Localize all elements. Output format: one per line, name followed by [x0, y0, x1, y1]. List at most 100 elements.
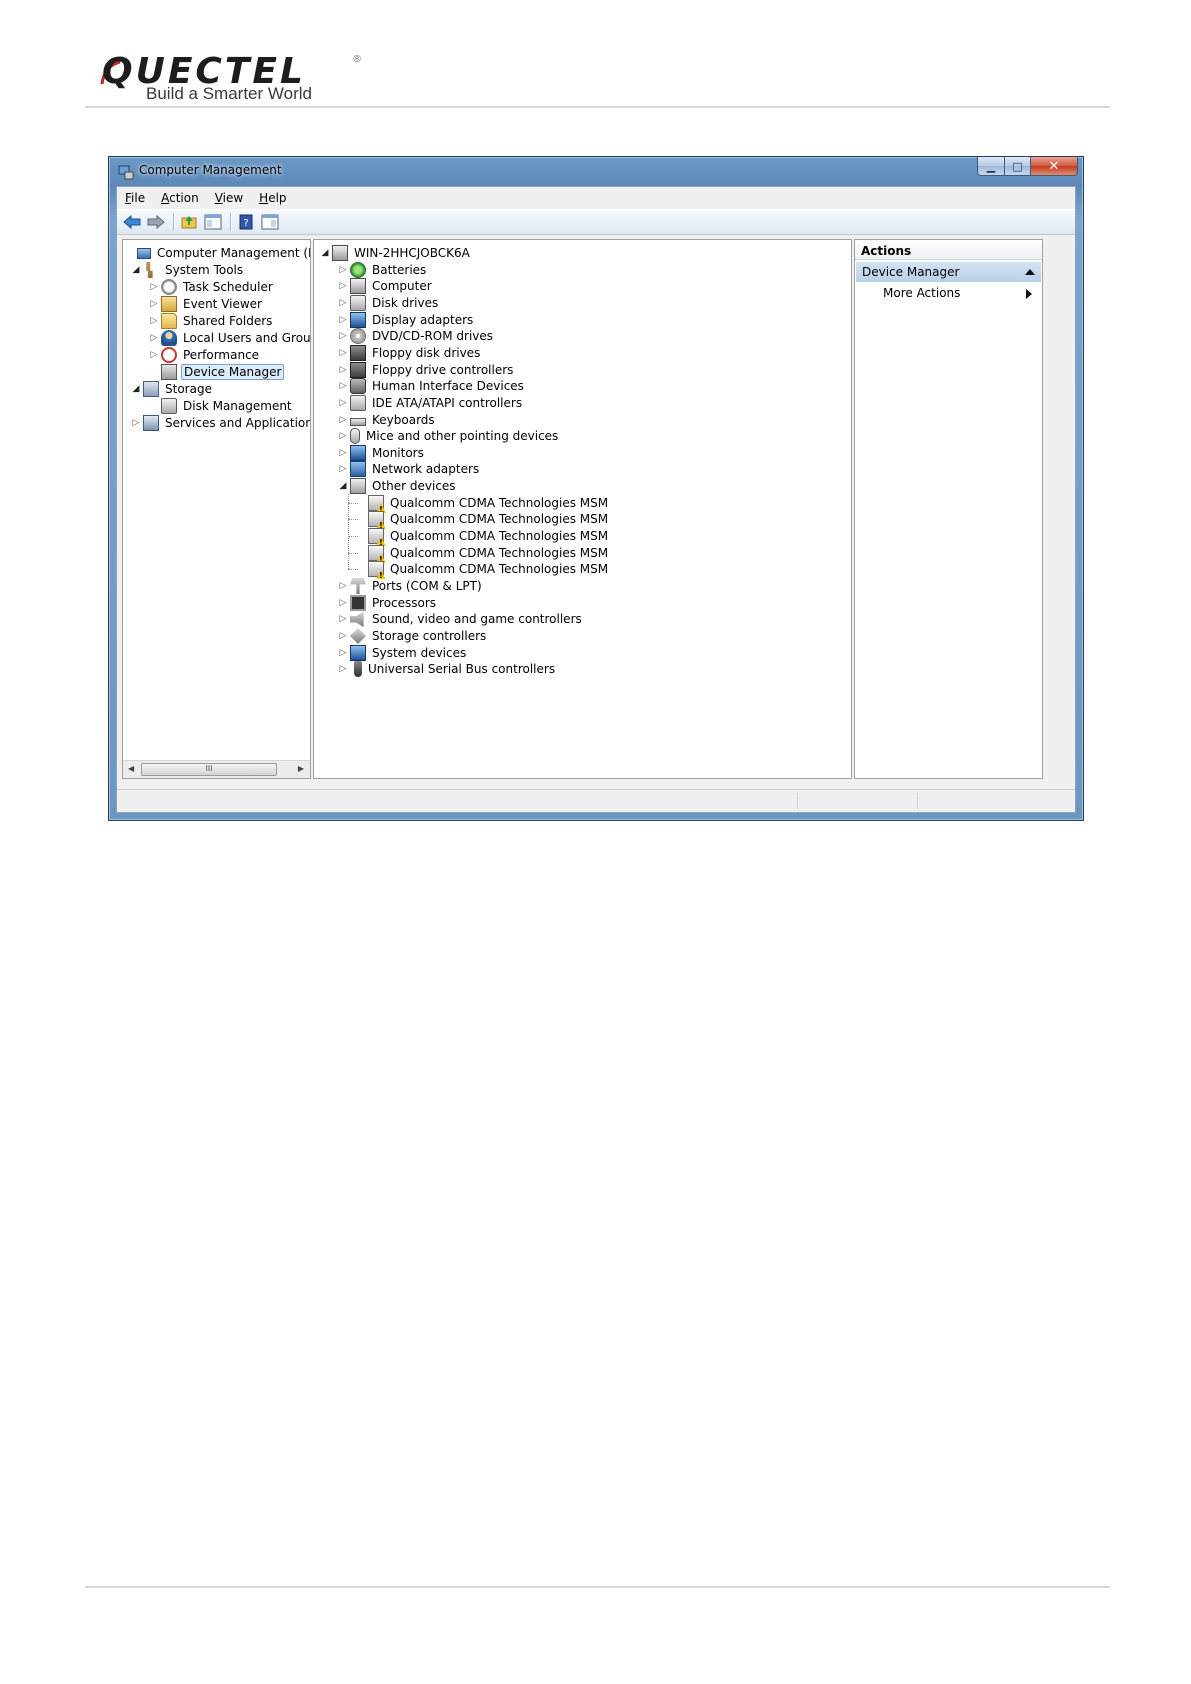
device-category-monitors[interactable]: ▷ Monitors [338, 444, 426, 462]
device-category-sound-video-and-game-controllers[interactable]: ▷ Sound, video and game controllers [338, 610, 584, 628]
status-bar [117, 789, 1075, 812]
expand-arrow-icon[interactable]: ▷ [338, 614, 348, 624]
computer-icon [350, 278, 366, 295]
expand-arrow-icon[interactable]: ▷ [338, 415, 348, 425]
expand-arrow-icon[interactable]: ▷ [149, 333, 159, 343]
expand-arrow-icon[interactable]: ▷ [149, 350, 159, 360]
forward-button[interactable] [145, 212, 167, 232]
collapse-arrow-icon[interactable]: ◢ [131, 384, 141, 394]
expand-arrow-icon[interactable]: ▷ [149, 316, 159, 326]
scroll-right-icon[interactable]: ▶ [298, 764, 304, 773]
menu-help[interactable]: Help [251, 191, 294, 205]
more-actions-item[interactable]: More Actions [883, 286, 960, 300]
help-button[interactable]: ? [235, 212, 257, 232]
tree-node-shared-folders[interactable]: ▷ Shared Folders [149, 312, 274, 330]
maximize-button[interactable]: □ [1005, 157, 1031, 176]
svg-text:?: ? [243, 218, 248, 229]
expand-arrow-icon[interactable]: ▷ [338, 381, 348, 391]
tree-node-disk-management[interactable]: Disk Management [149, 397, 294, 415]
expand-arrow-icon[interactable]: ▷ [338, 631, 348, 641]
tree-node-task-scheduler[interactable]: ▷ Task Scheduler [149, 278, 275, 296]
menu-action[interactable]: Action [153, 191, 207, 205]
expand-arrow-icon[interactable]: ▷ [338, 431, 348, 441]
device-category-keyboards[interactable]: ▷ Keyboards [338, 411, 437, 429]
device-category-storage-controllers[interactable]: ▷ Storage controllers [338, 627, 488, 645]
hid-icon [350, 378, 366, 395]
tree-node-local-users-and-groups[interactable]: ▷ Local Users and Groups [149, 329, 310, 347]
expand-arrow-icon[interactable]: ▷ [338, 315, 348, 325]
device-category-disk-drives[interactable]: ▷ Disk drives [338, 294, 440, 312]
expand-arrow-icon[interactable]: ▷ [131, 418, 141, 428]
expand-arrow-icon[interactable]: ▷ [338, 598, 348, 608]
device-category-floppy-disk-drives[interactable]: ▷ Floppy disk drives [338, 344, 482, 362]
back-button[interactable] [121, 212, 143, 232]
minimize-button[interactable]: ▁ [977, 157, 1005, 176]
menu-file-label: ile [131, 190, 146, 205]
menu-view[interactable]: View [207, 191, 251, 205]
expand-arrow-icon[interactable]: ▷ [338, 398, 348, 408]
device-category-other-devices[interactable]: ◢ Other devices [338, 477, 458, 495]
show-hide-action-pane-button[interactable] [259, 212, 281, 232]
status-divider [917, 793, 918, 809]
expand-arrow-icon[interactable]: ▷ [338, 281, 348, 291]
expand-arrow-icon[interactable]: ▷ [338, 581, 348, 591]
expand-arrow-icon[interactable]: ▷ [149, 299, 159, 309]
collapse-arrow-icon[interactable]: ◢ [338, 481, 348, 491]
unknown-device-qualcomm-msm[interactable]: Qualcomm CDMA Technologies MSM [356, 560, 610, 578]
device-tree-label: Qualcomm CDMA Technologies MSM [390, 545, 609, 560]
toolbar-separator [173, 213, 174, 231]
device-category-universal-serial-bus-controllers[interactable]: ▷ Universal Serial Bus controllers [338, 660, 557, 678]
expand-arrow-icon[interactable]: ▷ [338, 348, 348, 358]
show-hide-console-tree-button[interactable] [202, 212, 224, 232]
device-category-mice-and-other-pointing-devices[interactable]: ▷ Mice and other pointing devices [338, 427, 560, 445]
up-one-level-button[interactable] [178, 212, 200, 232]
device-category-display-adapters[interactable]: ▷ Display adapters [338, 311, 475, 329]
tree-node-storage[interactable]: ◢ Storage [131, 380, 214, 398]
expand-arrow-icon[interactable]: ▷ [338, 331, 348, 341]
device-category-floppy-drive-controllers[interactable]: ▷ Floppy drive controllers [338, 361, 515, 379]
unknown-device-qualcomm-msm[interactable]: Qualcomm CDMA Technologies MSM [356, 527, 610, 545]
collapse-arrow-icon[interactable]: ◢ [320, 248, 330, 258]
device-tree-label: Mice and other pointing devices [366, 429, 559, 444]
actions-section-device-manager[interactable]: Device Manager [856, 262, 1041, 282]
battery-icon [350, 261, 366, 278]
expand-arrow-icon[interactable]: ▷ [338, 298, 348, 308]
device-category-dvd-cd-rom-drives[interactable]: ▷ DVD/CD-ROM drives [338, 327, 495, 345]
tree-node-event-viewer[interactable]: ▷ Event Viewer [149, 295, 264, 313]
tree-node-services-and-applications[interactable]: ▷ Services and Applications [131, 414, 310, 432]
collapse-arrow-icon[interactable]: ◢ [131, 265, 141, 275]
device-category-human-interface-devices[interactable]: ▷ Human Interface Devices [338, 377, 526, 395]
tree-node-computer-management[interactable]: Computer Management (Local [125, 244, 310, 262]
expand-arrow-icon[interactable]: ▷ [338, 464, 348, 474]
horizontal-scrollbar[interactable]: ◀ III ▶ [123, 760, 310, 778]
device-category-processors[interactable]: ▷ Processors [338, 594, 438, 612]
tree-node-device-manager[interactable]: Device Manager [149, 363, 285, 381]
device-category-batteries[interactable]: ▷ Batteries [338, 261, 428, 279]
unknown-device-qualcomm-msm[interactable]: Qualcomm CDMA Technologies MSM [356, 544, 610, 562]
device-tree-label: System devices [372, 645, 467, 660]
expand-arrow-icon[interactable]: ▷ [338, 664, 348, 674]
device-category-network-adapters[interactable]: ▷ Network adapters [338, 460, 481, 478]
expand-arrow-icon[interactable]: ▷ [338, 365, 348, 375]
device-category-system-devices[interactable]: ▷ System devices [338, 644, 468, 662]
device-category-ports-com-lpt[interactable]: ▷ Ports (COM & LPT) [338, 577, 484, 595]
expand-arrow-icon[interactable]: ▷ [149, 282, 159, 292]
expand-arrow-icon[interactable]: ▷ [338, 648, 348, 658]
expand-arrow-icon[interactable]: ▷ [338, 265, 348, 275]
unknown-device-qualcomm-msm[interactable]: Qualcomm CDMA Technologies MSM [356, 510, 610, 528]
unknown-device-qualcomm-msm[interactable]: Qualcomm CDMA Technologies MSM [356, 494, 610, 512]
scroll-left-icon[interactable]: ◀ [128, 764, 134, 773]
tree-node-performance[interactable]: ▷ Performance [149, 346, 261, 364]
device-category-computer[interactable]: ▷ Computer [338, 277, 434, 295]
expand-arrow-icon[interactable]: ▷ [338, 448, 348, 458]
menu-file[interactable]: File [117, 191, 153, 205]
collapse-triangle-icon[interactable] [1025, 269, 1035, 275]
tree-node-system-tools[interactable]: ◢ System Tools [131, 261, 245, 279]
close-button[interactable]: ✕ [1031, 157, 1078, 176]
title-bar[interactable]: Computer Management ▁ □ ✕ [109, 157, 1083, 185]
device-tree-root[interactable]: ◢ WIN-2HHCJOBCK6A [320, 244, 472, 262]
device-category-ide-ata-atapi-controllers[interactable]: ▷ IDE ATA/ATAPI controllers [338, 394, 524, 412]
device-tree-label: Ports (COM & LPT) [372, 579, 482, 593]
scroll-thumb[interactable]: III [141, 763, 277, 776]
unknown-device-icon [350, 478, 366, 495]
